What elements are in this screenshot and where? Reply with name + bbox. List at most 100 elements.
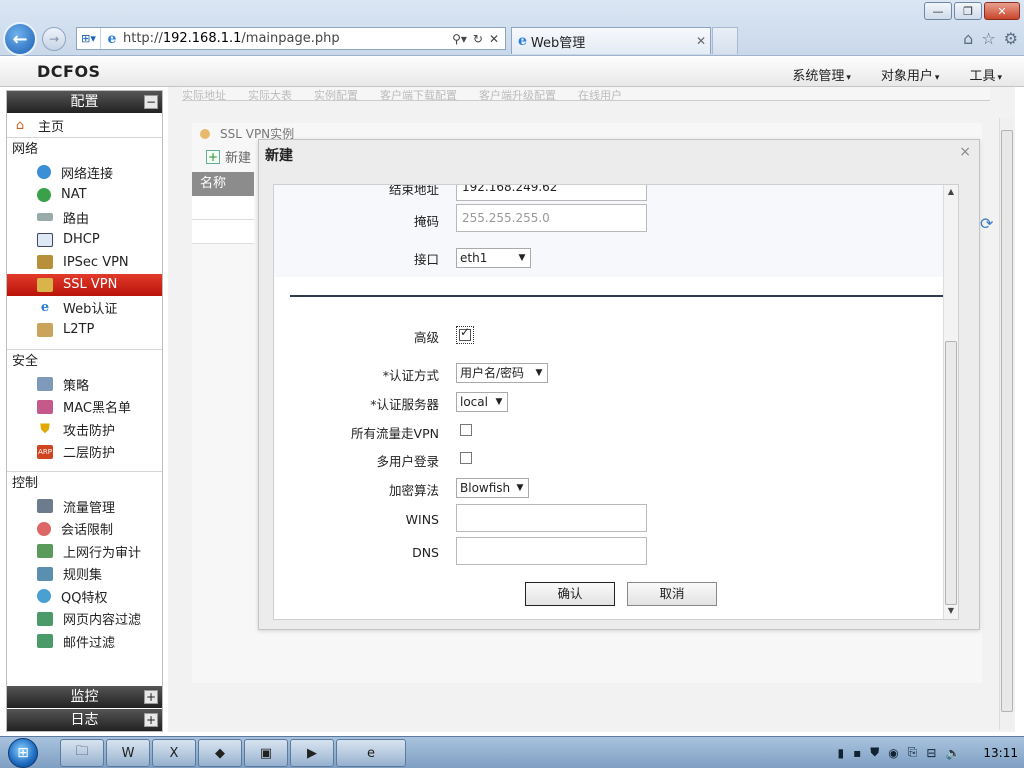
scrollbar-thumb[interactable] <box>945 341 957 605</box>
tray-connection-icon[interactable]: ⊟ <box>926 746 936 760</box>
menu-object-users[interactable]: 对象用户 <box>881 65 940 84</box>
ie-page-icon: e <box>107 30 117 47</box>
stop-icon[interactable]: ✕ <box>489 32 499 46</box>
nat-globe-icon <box>37 187 51 202</box>
mask-label: 掩码 <box>413 214 439 229</box>
sidebar-header-config[interactable]: 配置 − <box>7 91 162 113</box>
advanced-checkbox[interactable]: ✓ <box>456 325 474 344</box>
web-filter-icon <box>37 611 53 626</box>
sidebar-item-l2tp[interactable]: L2TP <box>7 319 162 342</box>
expand-icon[interactable]: + <box>144 713 158 727</box>
menu-tools[interactable]: 工具 <box>969 65 1002 84</box>
sidebar-item-traffic-management[interactable]: 流量管理 <box>7 495 162 518</box>
tray-app-icon[interactable]: ◉ <box>888 746 898 760</box>
arp-icon: ARP <box>37 444 53 459</box>
tools-gear-icon[interactable]: ⚙ <box>1004 29 1018 48</box>
session-icon <box>37 521 51 536</box>
explorer-taskbar-icon[interactable]: 🗀 <box>60 739 104 767</box>
refresh-icon[interactable]: ⟳ <box>980 214 998 233</box>
cipher-select[interactable]: Blowfish ▼ <box>456 478 529 498</box>
sidebar-header-monitor[interactable]: 监控 + <box>7 686 162 708</box>
chevron-down-icon: ▼ <box>518 253 526 263</box>
mask-input[interactable]: 255.255.255.0 <box>456 204 647 232</box>
sidebar-header-log[interactable]: 日志 + <box>7 709 162 731</box>
all-traffic-vpn-label: 所有流量走VPN <box>351 426 439 441</box>
dialog-close-icon[interactable]: × <box>959 144 971 160</box>
scroll-up-icon[interactable]: ▲ <box>944 187 958 200</box>
grid-header-name[interactable]: 名称 <box>192 172 254 196</box>
address-bar[interactable]: ⊞▾ e http://192.168.1.1/mainpage.php ⚲▾ … <box>76 27 506 50</box>
tray-security-icon[interactable]: ⛊ <box>870 745 879 760</box>
end-address-label: 结束地址 <box>388 184 439 197</box>
dialog-scrollbar[interactable]: ▲ ▼ <box>943 185 958 619</box>
tray-volume-icon[interactable]: 🔈 <box>945 746 960 760</box>
ie-taskbar-icon[interactable]: e <box>336 739 406 767</box>
menu-system-management[interactable]: 系统管理 <box>792 65 851 84</box>
sidebar-item-ssl-vpn[interactable]: SSL VPN <box>7 273 162 296</box>
browser-chrome: — ❐ ✕ ← → ⊞▾ e http://192.168.1.1/mainpa… <box>0 0 1024 56</box>
end-address-input[interactable]: 192.168.249.62 <box>456 185 647 201</box>
sidebar-item-mac-blacklist[interactable]: MAC黑名单 <box>7 396 162 419</box>
search-icon[interactable]: ⚲▾ <box>452 32 467 46</box>
word-taskbar-icon[interactable]: W <box>106 739 150 767</box>
tab-close-icon[interactable]: ✕ <box>696 34 710 48</box>
browser-tab[interactable]: e Web管理 ✕ <box>511 27 711 54</box>
traffic-icon <box>37 499 53 514</box>
auth-method-select[interactable]: 用户名/密码 ▼ <box>456 363 548 383</box>
app-taskbar-icon[interactable]: ◆ <box>198 739 242 767</box>
tray-film-icon[interactable]: ▮ <box>838 746 845 760</box>
qq-icon <box>37 589 51 604</box>
sidebar-item-network-connection[interactable]: 网络连接 <box>7 161 162 184</box>
back-button[interactable]: ← <box>3 22 37 56</box>
collapse-icon[interactable]: − <box>144 95 158 109</box>
dns-input[interactable] <box>456 537 647 565</box>
cancel-button[interactable]: 取消 <box>627 582 717 606</box>
forward-button[interactable]: → <box>42 27 66 51</box>
sidebar-item-mail-filter[interactable]: 邮件过滤 <box>7 630 162 653</box>
sidebar-item-dhcp[interactable]: DHCP <box>7 229 162 252</box>
ie-icon: e <box>40 299 50 315</box>
new-instance-button[interactable]: + 新建 <box>206 147 251 166</box>
close-window-button[interactable]: ✕ <box>984 2 1020 20</box>
sidebar-item-web-auth[interactable]: e Web认证 <box>7 296 162 319</box>
scrollbar-thumb[interactable] <box>1001 130 1013 712</box>
excel-taskbar-icon[interactable]: X <box>152 739 196 767</box>
sidebar-item-session-limit[interactable]: 会话限制 <box>7 518 162 541</box>
start-button[interactable]: ⊞ <box>8 738 38 768</box>
globe-icon <box>37 165 51 180</box>
remote-desktop-taskbar-icon[interactable]: ▣ <box>244 739 288 767</box>
restore-button[interactable]: ❐ <box>954 2 982 20</box>
sidebar-item-behavior-audit[interactable]: 上网行为审计 <box>7 540 162 563</box>
sidebar-item-qq-privilege[interactable]: QQ特权 <box>7 585 162 608</box>
refresh-icon[interactable]: ↻ <box>473 32 483 46</box>
confirm-button[interactable]: 确认 <box>525 582 615 606</box>
tray-usb-icon[interactable]: ⎘ <box>908 745 918 760</box>
tray-network-icon[interactable]: ▪ <box>853 746 861 760</box>
wins-input[interactable] <box>456 504 647 532</box>
sidebar-item-routing[interactable]: 路由 <box>7 206 162 229</box>
home-icon[interactable]: ⌂ <box>963 29 973 48</box>
address-url[interactable]: http://192.168.1.1/mainpage.php <box>123 31 452 46</box>
compat-view-icon[interactable]: ⊞▾ <box>77 28 101 49</box>
sidebar-item-web-filter[interactable]: 网页内容过滤 <box>7 608 162 631</box>
multi-user-login-checkbox[interactable] <box>460 452 472 464</box>
interface-select[interactable]: eth1 ▼ <box>456 248 531 268</box>
sidebar-item-ruleset[interactable]: 规则集 <box>7 563 162 586</box>
favorites-star-icon[interactable]: ☆ <box>981 29 995 48</box>
minimize-button[interactable]: — <box>924 2 952 20</box>
clock[interactable]: 13:11 <box>983 746 1018 760</box>
media-taskbar-icon[interactable]: ▶ <box>290 739 334 767</box>
expand-icon[interactable]: + <box>144 690 158 704</box>
sidebar-item-policy[interactable]: 策略 <box>7 373 162 396</box>
main-scrollbar[interactable] <box>999 118 1014 730</box>
sidebar-item-ipsec-vpn[interactable]: IPSec VPN <box>7 251 162 274</box>
sidebar-item-nat[interactable]: NAT <box>7 184 162 207</box>
sidebar-item-attack-defense[interactable]: ⛊ 攻击防护 <box>7 418 162 441</box>
auth-server-select[interactable]: local ▼ <box>456 392 508 412</box>
all-traffic-vpn-checkbox[interactable] <box>460 424 472 436</box>
sidebar-item-l2-defense[interactable]: ARP 二层防护 <box>7 441 162 464</box>
ssl-icon <box>37 277 53 292</box>
new-tab-button[interactable] <box>712 27 738 54</box>
sidebar-item-home[interactable]: ⌂ 主页 <box>7 113 162 137</box>
scroll-down-icon[interactable]: ▼ <box>944 606 958 619</box>
